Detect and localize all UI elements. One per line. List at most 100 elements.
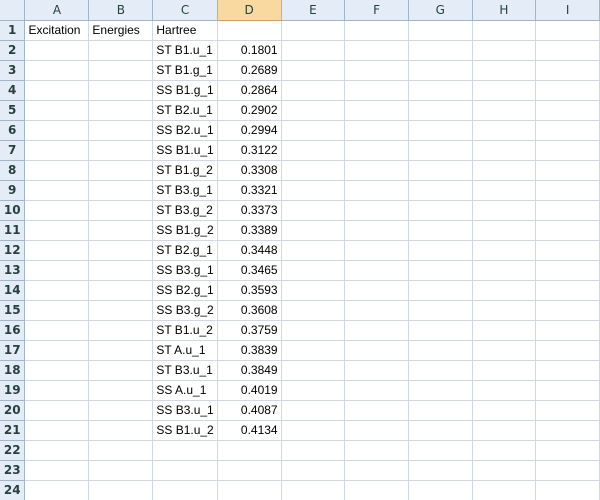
- cell-h21[interactable]: [472, 420, 537, 441]
- cell-g15[interactable]: [408, 300, 473, 321]
- cell-a13[interactable]: [24, 260, 90, 281]
- cell-b20[interactable]: [88, 400, 154, 421]
- cell-e24[interactable]: [281, 480, 346, 500]
- cell-c2[interactable]: ST B1.u_1: [152, 40, 218, 61]
- cell-g13[interactable]: [408, 260, 473, 281]
- cell-i14[interactable]: [535, 280, 600, 301]
- cell-h15[interactable]: [472, 300, 537, 321]
- cell-h6[interactable]: [472, 120, 537, 141]
- cell-f7[interactable]: [344, 140, 409, 161]
- cell-i18[interactable]: [535, 360, 600, 381]
- cell-g4[interactable]: [408, 80, 473, 101]
- cell-h20[interactable]: [472, 400, 537, 421]
- cell-c4[interactable]: SS B1.g_1: [152, 80, 218, 101]
- cell-f18[interactable]: [344, 360, 409, 381]
- cell-c10[interactable]: ST B3.g_2: [152, 200, 218, 221]
- row-header-3[interactable]: 3: [0, 60, 26, 81]
- cell-h9[interactable]: [472, 180, 537, 201]
- cell-b15[interactable]: [88, 300, 154, 321]
- cell-i8[interactable]: [535, 160, 600, 181]
- row-header-11[interactable]: 11: [0, 220, 26, 241]
- cell-c7[interactable]: SS B1.u_1: [152, 140, 218, 161]
- row-header-14[interactable]: 14: [0, 280, 26, 301]
- cell-b2[interactable]: [88, 40, 154, 61]
- cell-h5[interactable]: [472, 100, 537, 121]
- cell-b11[interactable]: [88, 220, 154, 241]
- cell-f4[interactable]: [344, 80, 409, 101]
- cell-d14[interactable]: 0.3593: [217, 280, 282, 301]
- cell-f22[interactable]: [344, 440, 409, 461]
- cell-a6[interactable]: [24, 120, 90, 141]
- cell-a10[interactable]: [24, 200, 90, 221]
- cell-f3[interactable]: [344, 60, 409, 81]
- column-header-a[interactable]: A: [24, 0, 90, 21]
- cell-c20[interactable]: SS B3.u_1: [152, 400, 218, 421]
- cell-c19[interactable]: SS A.u_1: [152, 380, 218, 401]
- cell-a20[interactable]: [24, 400, 90, 421]
- cell-f10[interactable]: [344, 200, 409, 221]
- cell-g16[interactable]: [408, 320, 473, 341]
- cell-e10[interactable]: [281, 200, 346, 221]
- row-header-15[interactable]: 15: [0, 300, 26, 321]
- cell-c24[interactable]: [152, 480, 218, 500]
- cell-d23[interactable]: [217, 460, 282, 481]
- cell-g24[interactable]: [408, 480, 473, 500]
- cell-g19[interactable]: [408, 380, 473, 401]
- column-header-b[interactable]: B: [88, 0, 154, 21]
- cell-e23[interactable]: [281, 460, 346, 481]
- row-header-2[interactable]: 2: [0, 40, 26, 61]
- cell-i5[interactable]: [535, 100, 600, 121]
- cell-e3[interactable]: [281, 60, 346, 81]
- column-header-e[interactable]: E: [281, 0, 346, 21]
- cell-i19[interactable]: [535, 380, 600, 401]
- cell-i20[interactable]: [535, 400, 600, 421]
- row-header-24[interactable]: 24: [0, 480, 26, 500]
- cell-e9[interactable]: [281, 180, 346, 201]
- row-header-17[interactable]: 17: [0, 340, 26, 361]
- cell-e11[interactable]: [281, 220, 346, 241]
- cell-e14[interactable]: [281, 280, 346, 301]
- cell-d22[interactable]: [217, 440, 282, 461]
- cell-b10[interactable]: [88, 200, 154, 221]
- row-header-20[interactable]: 20: [0, 400, 26, 421]
- select-all-corner[interactable]: [0, 0, 26, 21]
- cell-g17[interactable]: [408, 340, 473, 361]
- cell-e1[interactable]: [281, 20, 346, 41]
- cell-g23[interactable]: [408, 460, 473, 481]
- cell-f6[interactable]: [344, 120, 409, 141]
- cell-i1[interactable]: [535, 20, 600, 41]
- cell-b12[interactable]: [88, 240, 154, 261]
- row-header-16[interactable]: 16: [0, 320, 26, 341]
- cell-d7[interactable]: 0.3122: [217, 140, 282, 161]
- cell-h2[interactable]: [472, 40, 537, 61]
- cell-g21[interactable]: [408, 420, 473, 441]
- cell-h17[interactable]: [472, 340, 537, 361]
- cell-f16[interactable]: [344, 320, 409, 341]
- cell-b19[interactable]: [88, 380, 154, 401]
- cell-d5[interactable]: 0.2902: [217, 100, 282, 121]
- cell-a15[interactable]: [24, 300, 90, 321]
- cell-g18[interactable]: [408, 360, 473, 381]
- cell-e5[interactable]: [281, 100, 346, 121]
- cell-g20[interactable]: [408, 400, 473, 421]
- cell-c23[interactable]: [152, 460, 218, 481]
- cell-h10[interactable]: [472, 200, 537, 221]
- cell-h3[interactable]: [472, 60, 537, 81]
- cell-h1[interactable]: [472, 20, 537, 41]
- cell-h14[interactable]: [472, 280, 537, 301]
- cell-e18[interactable]: [281, 360, 346, 381]
- cell-b8[interactable]: [88, 160, 154, 181]
- cell-i24[interactable]: [535, 480, 600, 500]
- cell-f5[interactable]: [344, 100, 409, 121]
- cell-c11[interactable]: SS B1.g_2: [152, 220, 218, 241]
- cell-a16[interactable]: [24, 320, 90, 341]
- cell-c5[interactable]: ST B2.u_1: [152, 100, 218, 121]
- cell-a23[interactable]: [24, 460, 90, 481]
- cell-g10[interactable]: [408, 200, 473, 221]
- cell-a14[interactable]: [24, 280, 90, 301]
- column-header-d[interactable]: D: [217, 0, 282, 21]
- cell-h19[interactable]: [472, 380, 537, 401]
- cell-a21[interactable]: [24, 420, 90, 441]
- cell-e13[interactable]: [281, 260, 346, 281]
- cell-d13[interactable]: 0.3465: [217, 260, 282, 281]
